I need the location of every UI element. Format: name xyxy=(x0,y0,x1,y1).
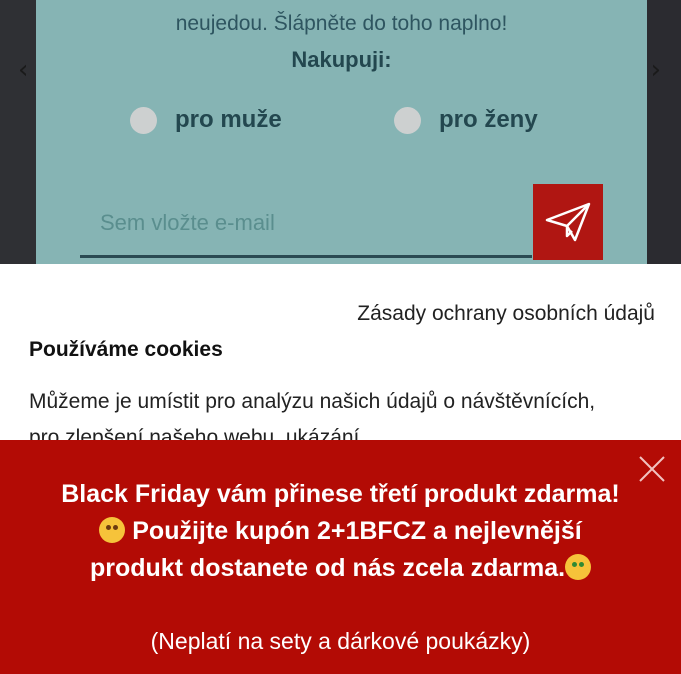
promo-note: (Neplatí na sety a dárkové poukázky) xyxy=(150,628,531,654)
background-image-left xyxy=(0,0,36,264)
newsletter-heading: Nakupuji: xyxy=(291,47,392,72)
radio-button-women[interactable] xyxy=(394,106,421,134)
cookie-title: Používáme cookies xyxy=(29,338,223,361)
privacy-policy-link[interactable]: Zásady ochrany osobních údajů xyxy=(357,302,655,326)
email-input[interactable] xyxy=(80,190,532,258)
newsletter-popup: neujedou. Šlápněte do toho naplno! Nakup… xyxy=(36,0,647,264)
promo-text-part2: Použijte kupón 2+1BFCZ a nejlevnější pro… xyxy=(89,517,582,582)
cookie-consent-panel: Zásady ochrany osobních údajů Používáme … xyxy=(0,264,681,449)
radio-label-women: pro ženy xyxy=(439,106,538,133)
radio-option-women[interactable]: pro ženy xyxy=(394,106,538,134)
zany-face-emoji xyxy=(99,517,126,543)
carousel-prev-icon[interactable]: ‹ xyxy=(18,55,28,85)
radio-label-men: pro muže xyxy=(175,106,282,133)
black-friday-promo-banner: Black Friday vám přinese třetí produkt z… xyxy=(0,440,681,674)
radio-option-men[interactable]: pro muže xyxy=(130,106,282,134)
money-mouth-face-emoji xyxy=(565,554,592,580)
close-icon[interactable] xyxy=(637,454,667,484)
radio-button-men[interactable] xyxy=(130,106,157,134)
background-image-right xyxy=(647,0,681,264)
send-button[interactable] xyxy=(533,184,603,260)
carousel-next-icon[interactable]: › xyxy=(651,55,661,85)
paper-plane-icon xyxy=(545,202,591,242)
newsletter-intro-text: neujedou. Šlápněte do toho naplno! xyxy=(175,12,508,35)
promo-message: Black Friday vám přinese třetí produkt z… xyxy=(60,476,621,587)
promo-text-part1: Black Friday vám přinese třetí produkt z… xyxy=(61,480,620,508)
